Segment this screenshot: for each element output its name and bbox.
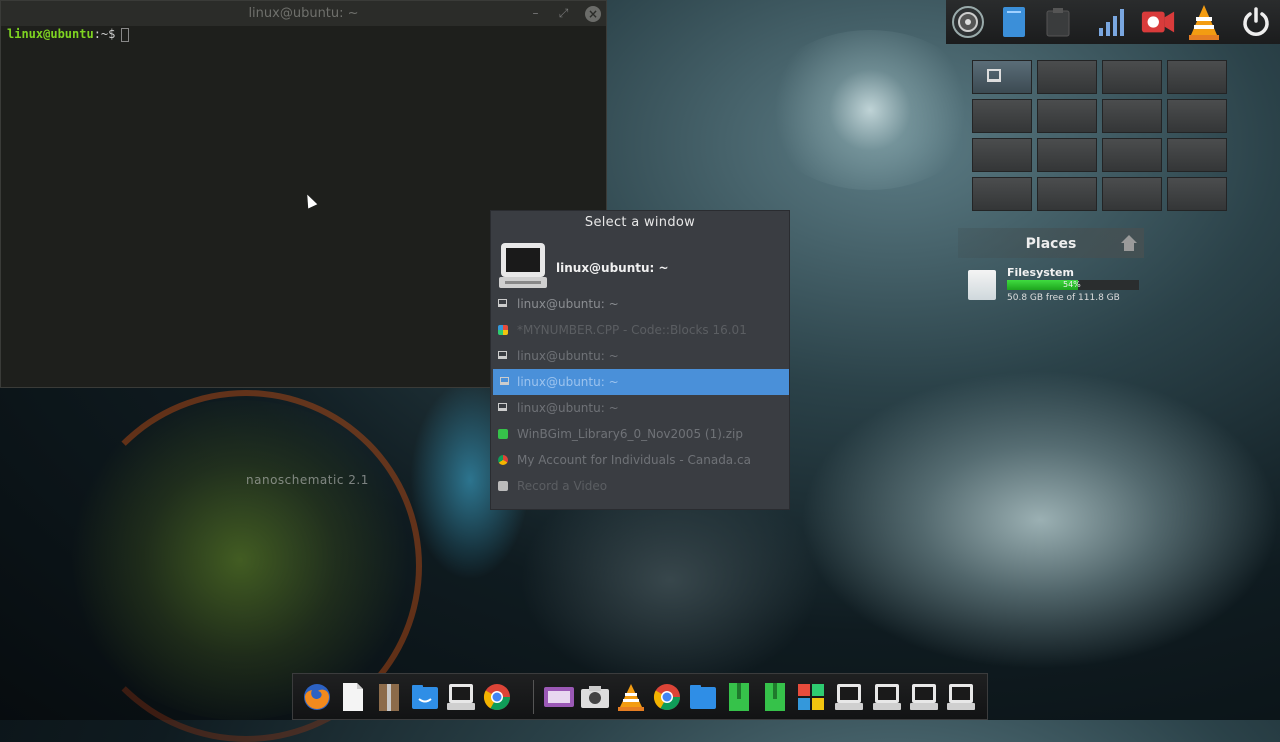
workspace-5[interactable] <box>972 99 1032 133</box>
switcher-item[interactable]: My Account for Individuals - Canada.ca <box>491 447 789 473</box>
workspace-13[interactable] <box>972 177 1032 211</box>
terminal-icon <box>497 241 549 291</box>
wallpaper-glow <box>760 30 980 190</box>
switcher-item-label: *MYNUMBER.CPP - Code::Blocks 16.01 <box>517 323 747 337</box>
terminal-icon[interactable] <box>871 681 903 713</box>
terminal-icon <box>498 403 507 411</box>
power-icon[interactable] <box>1238 4 1274 40</box>
screen-recorder-icon[interactable] <box>543 681 575 713</box>
terminal-icon[interactable] <box>445 681 477 713</box>
vlc-icon[interactable] <box>615 681 647 713</box>
window-switcher: Select a window linux@ubuntu: ~ linux@ub… <box>490 210 790 510</box>
switcher-item[interactable]: linux@ubuntu: ~ <box>491 395 789 421</box>
terminal-icon <box>500 377 509 385</box>
terminal-icon <box>987 69 1001 82</box>
workspace-3[interactable] <box>1102 60 1162 94</box>
mouse-pointer-icon <box>302 192 318 209</box>
file-manager-icon[interactable] <box>409 681 441 713</box>
terminal-title: linux@ubuntu: ~ <box>248 6 359 21</box>
home-icon[interactable] <box>1120 234 1138 252</box>
workspace-7[interactable] <box>1102 99 1162 133</box>
switcher-item[interactable]: linux@ubuntu: ~ <box>491 343 789 369</box>
wallpaper-text: nanoschematic 2.1 <box>246 473 369 487</box>
wallpaper-glow <box>800 370 1280 670</box>
workspace-1[interactable] <box>972 60 1032 94</box>
archive-icon[interactable] <box>723 681 755 713</box>
chrome-icon <box>498 455 508 465</box>
switcher-item[interactable]: WinBGim_Library6_0_Nov2005 (1).zip <box>491 421 789 447</box>
terminal-icon <box>498 299 507 307</box>
terminal-icon[interactable] <box>945 681 977 713</box>
workspace-4[interactable] <box>1167 60 1227 94</box>
workspace-12[interactable] <box>1167 138 1227 172</box>
archive-icon[interactable] <box>759 681 791 713</box>
vlc-icon[interactable] <box>1186 4 1222 40</box>
terminal-icon[interactable] <box>908 681 940 713</box>
terminal-titlebar[interactable]: linux@ubuntu: ~ – ⤢ × <box>1 1 606 26</box>
firefox-icon[interactable] <box>301 681 333 713</box>
text-editor-icon[interactable] <box>337 681 369 713</box>
workspace-6[interactable] <box>1037 99 1097 133</box>
switcher-item-label: My Account for Individuals - Canada.ca <box>517 453 751 467</box>
terminal-icon[interactable] <box>833 681 865 713</box>
screenshot-icon[interactable] <box>579 681 611 713</box>
document-icon[interactable] <box>996 4 1032 40</box>
close-button[interactable]: × <box>585 6 601 22</box>
switcher-item-label: linux@ubuntu: ~ <box>517 349 619 363</box>
places-title: Places <box>1025 236 1077 252</box>
dock <box>292 673 988 720</box>
switcher-item[interactable]: *MYNUMBER.CPP - Code::Blocks 16.01 <box>491 317 789 343</box>
switcher-item[interactable]: linux@ubuntu: ~ <box>491 291 789 317</box>
recorder-icon <box>498 481 508 491</box>
workspace-10[interactable] <box>1037 138 1097 172</box>
filesystem-icon[interactable] <box>968 270 996 300</box>
switcher-item-label: linux@ubuntu: ~ <box>517 401 619 415</box>
switcher-item-label: linux@ubuntu: ~ <box>517 375 619 389</box>
terminal-prompt[interactable]: linux@ubuntu:~$ <box>7 27 130 42</box>
switcher-item-label: WinBGim_Library6_0_Nov2005 (1).zip <box>517 427 743 441</box>
filesystem-free-text: 50.8 GB free of 111.8 GB <box>1007 293 1120 303</box>
record-icon[interactable] <box>1140 4 1176 40</box>
signal-icon[interactable] <box>1094 4 1130 40</box>
workspace-14[interactable] <box>1037 177 1097 211</box>
workspace-8[interactable] <box>1167 99 1227 133</box>
prompt-path: :~$ <box>93 27 116 41</box>
dock-separator <box>533 680 534 714</box>
switcher-item-label: linux@ubuntu: ~ <box>517 297 619 311</box>
filesystem-name[interactable]: Filesystem <box>1007 266 1074 279</box>
workspace-11[interactable] <box>1102 138 1162 172</box>
workspace-9[interactable] <box>972 138 1032 172</box>
archive-icon <box>498 429 508 439</box>
switcher-title: Select a window <box>584 215 696 230</box>
maximize-button[interactable]: ⤢ <box>556 6 571 21</box>
places-widget: Places <box>958 228 1144 258</box>
top-panel <box>946 0 1280 44</box>
workspace-15[interactable] <box>1102 177 1162 211</box>
switcher-item[interactable]: Record a Video <box>491 473 789 499</box>
switcher-current-window: linux@ubuntu: ~ <box>556 261 669 275</box>
codeblocks-icon <box>498 325 508 335</box>
chrome-icon[interactable] <box>651 681 683 713</box>
workspace-16[interactable] <box>1167 177 1227 211</box>
prompt-user: linux@ubuntu <box>7 27 94 41</box>
clipboard-icon[interactable] <box>1040 4 1076 40</box>
speaker-icon[interactable] <box>950 4 986 40</box>
chrome-icon[interactable] <box>481 681 513 713</box>
text-cursor <box>121 27 130 42</box>
filesystem-usage-label: 54% <box>1063 280 1081 289</box>
workspace-2[interactable] <box>1037 60 1097 94</box>
workspace-switcher <box>972 60 1227 216</box>
codeblocks-icon[interactable] <box>795 681 827 713</box>
switcher-list: linux@ubuntu: ~ *MYNUMBER.CPP - Code::Bl… <box>491 291 789 499</box>
minimize-button[interactable]: – <box>528 6 543 21</box>
switcher-item-label: Record a Video <box>517 479 608 493</box>
archive-manager-icon[interactable] <box>373 681 405 713</box>
file-manager-icon[interactable] <box>687 681 719 713</box>
switcher-item-selected[interactable]: linux@ubuntu: ~ <box>493 369 789 395</box>
terminal-icon <box>498 351 507 359</box>
